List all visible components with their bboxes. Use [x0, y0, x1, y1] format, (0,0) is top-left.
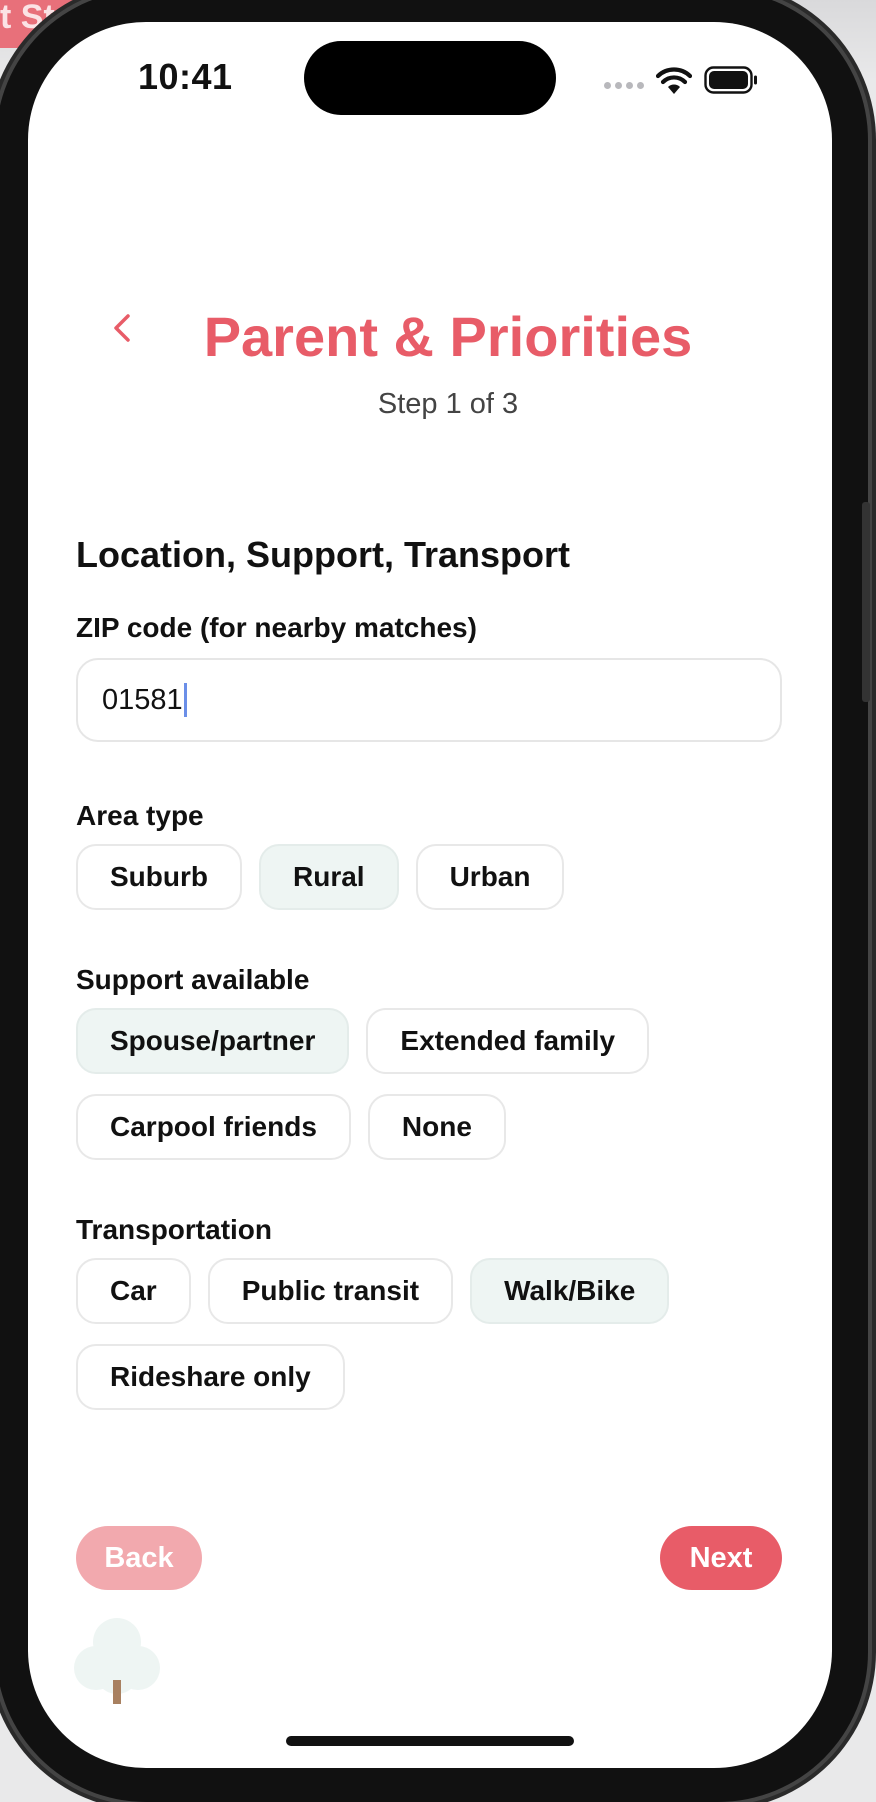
signal-icon — [604, 82, 644, 89]
step-indicator: Step 1 of 3 — [377, 388, 519, 420]
battery-icon — [704, 66, 757, 94]
support-label: Support available — [76, 964, 310, 995]
chip-urban[interactable]: Urban — [415, 844, 565, 910]
section-title: Location, Support, Transport — [76, 534, 570, 575]
side-button — [862, 502, 870, 702]
text-caret — [183, 683, 187, 717]
chip-extended-family[interactable]: Extended family — [366, 1008, 650, 1074]
back-button[interactable]: Back — [76, 1526, 202, 1590]
transportation-label: Transportation — [76, 1214, 273, 1245]
screen: 10:41 Parent & Priorities Step 1 of 3 Lo… — [28, 22, 832, 1768]
chip-suburb[interactable]: Suburb — [76, 844, 242, 910]
chip-rural[interactable]: Rural — [259, 844, 399, 910]
transportation-options-row-2: Rideshare only — [76, 1344, 345, 1410]
support-options-row-1: Spouse/partner Extended family — [76, 1008, 650, 1074]
tree-icon — [74, 1618, 160, 1704]
page-title: Parent & Priorities — [203, 305, 693, 368]
next-button[interactable]: Next — [660, 1526, 782, 1590]
support-options-row-2: Carpool friends None — [76, 1094, 506, 1160]
chip-public-transit[interactable]: Public transit — [207, 1258, 454, 1324]
area-type-options: Suburb Rural Urban — [76, 844, 565, 910]
zip-code-input[interactable]: 01581 — [76, 658, 782, 742]
home-indicator[interactable] — [286, 1736, 574, 1746]
zip-label: ZIP code (for nearby matches) — [76, 612, 477, 643]
wifi-icon — [656, 67, 692, 94]
status-time: 10:41 — [138, 56, 233, 97]
chip-carpool-friends[interactable]: Carpool friends — [76, 1094, 351, 1160]
chip-spouse-partner[interactable]: Spouse/partner — [76, 1008, 350, 1074]
zip-code-value: 01581 — [102, 683, 183, 716]
chip-car[interactable]: Car — [76, 1258, 191, 1324]
chip-rideshare-only[interactable]: Rideshare only — [76, 1344, 345, 1410]
phone-frame: 10:41 Parent & Priorities Step 1 of 3 Lo… — [0, 0, 870, 1802]
area-type-label: Area type — [76, 800, 204, 831]
transportation-options-row-1: Car Public transit Walk/Bike — [76, 1258, 670, 1324]
chip-walk-bike[interactable]: Walk/Bike — [470, 1258, 670, 1324]
chip-none[interactable]: None — [367, 1094, 506, 1160]
dynamic-island — [304, 41, 556, 115]
